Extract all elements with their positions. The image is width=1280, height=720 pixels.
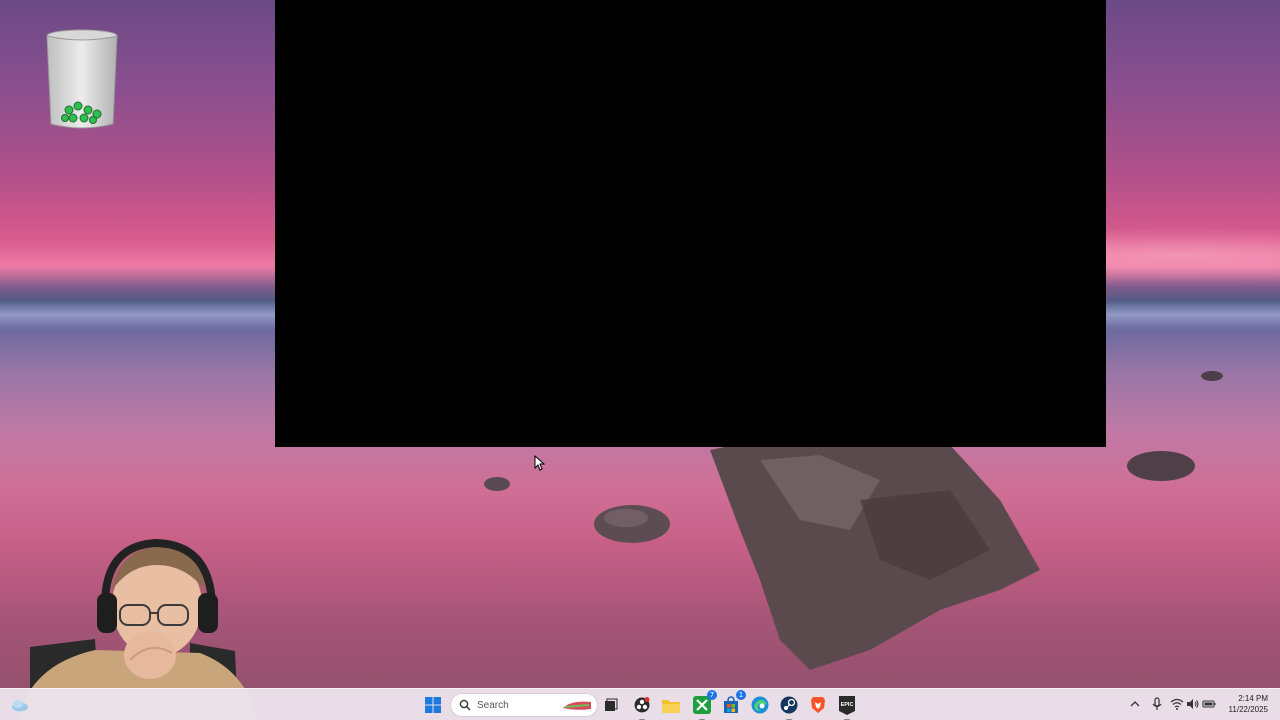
edge-button[interactable] (748, 693, 772, 717)
xbox-badge: 7 (707, 690, 717, 700)
wifi-icon[interactable] (1170, 697, 1184, 711)
epic-games-button[interactable]: EPIC (835, 693, 859, 720)
epic-games-icon: EPIC (839, 695, 855, 715)
file-explorer-button[interactable] (659, 693, 683, 717)
search-highlight-icon (563, 701, 591, 710)
chevron-up-icon[interactable] (1128, 697, 1142, 711)
store-badge: 1 (736, 690, 746, 700)
xbox-button[interactable]: 7 (690, 690, 717, 720)
wallpaper-rock-tiny (484, 477, 510, 491)
clock-date: 11/22/2025 (1228, 705, 1268, 714)
obs-icon (634, 697, 650, 713)
obs-button[interactable] (630, 693, 654, 720)
edge-icon (751, 696, 769, 714)
taskbar: Search 7 1 EPIC 2:14 PM 11/22/2025 (0, 688, 1280, 720)
steam-icon (780, 696, 798, 714)
wallpaper-rock-large (710, 440, 1040, 670)
task-view-icon (605, 698, 618, 711)
task-view-button[interactable] (599, 693, 623, 717)
desktop: Search 7 1 EPIC 2:14 PM 11/22/2025 (0, 0, 1280, 720)
search-icon (459, 699, 471, 711)
system-clock[interactable]: 2:14 PM 11/22/2025 (1229, 693, 1268, 715)
microphone-icon[interactable] (1150, 697, 1164, 711)
black-app-window[interactable] (275, 0, 1106, 447)
battery-icon[interactable] (1202, 697, 1216, 711)
folder-icon (662, 699, 680, 713)
widgets-button[interactable] (8, 693, 32, 717)
wallpaper-rock-small (594, 505, 670, 543)
weather-icon (12, 700, 28, 712)
mouse-cursor-icon (534, 455, 546, 471)
search-box[interactable]: Search (450, 693, 598, 717)
wallpaper-rock-distant (1201, 371, 1223, 381)
clock-time: 2:14 PM (1238, 694, 1268, 703)
epic-games-label: EPIC (841, 702, 854, 708)
windows-logo-icon (425, 697, 441, 713)
recycle-bin-graphic (46, 29, 118, 129)
brave-button[interactable] (806, 693, 830, 717)
wallpaper-rock-right (1127, 451, 1195, 481)
steam-button[interactable] (777, 693, 801, 720)
search-placeholder: Search (477, 699, 509, 711)
volume-icon[interactable] (1186, 697, 1200, 711)
microsoft-store-button[interactable]: 1 (719, 690, 746, 717)
recycle-bin-icon[interactable] (45, 28, 119, 132)
start-button[interactable] (421, 693, 445, 717)
brave-icon (811, 697, 825, 713)
